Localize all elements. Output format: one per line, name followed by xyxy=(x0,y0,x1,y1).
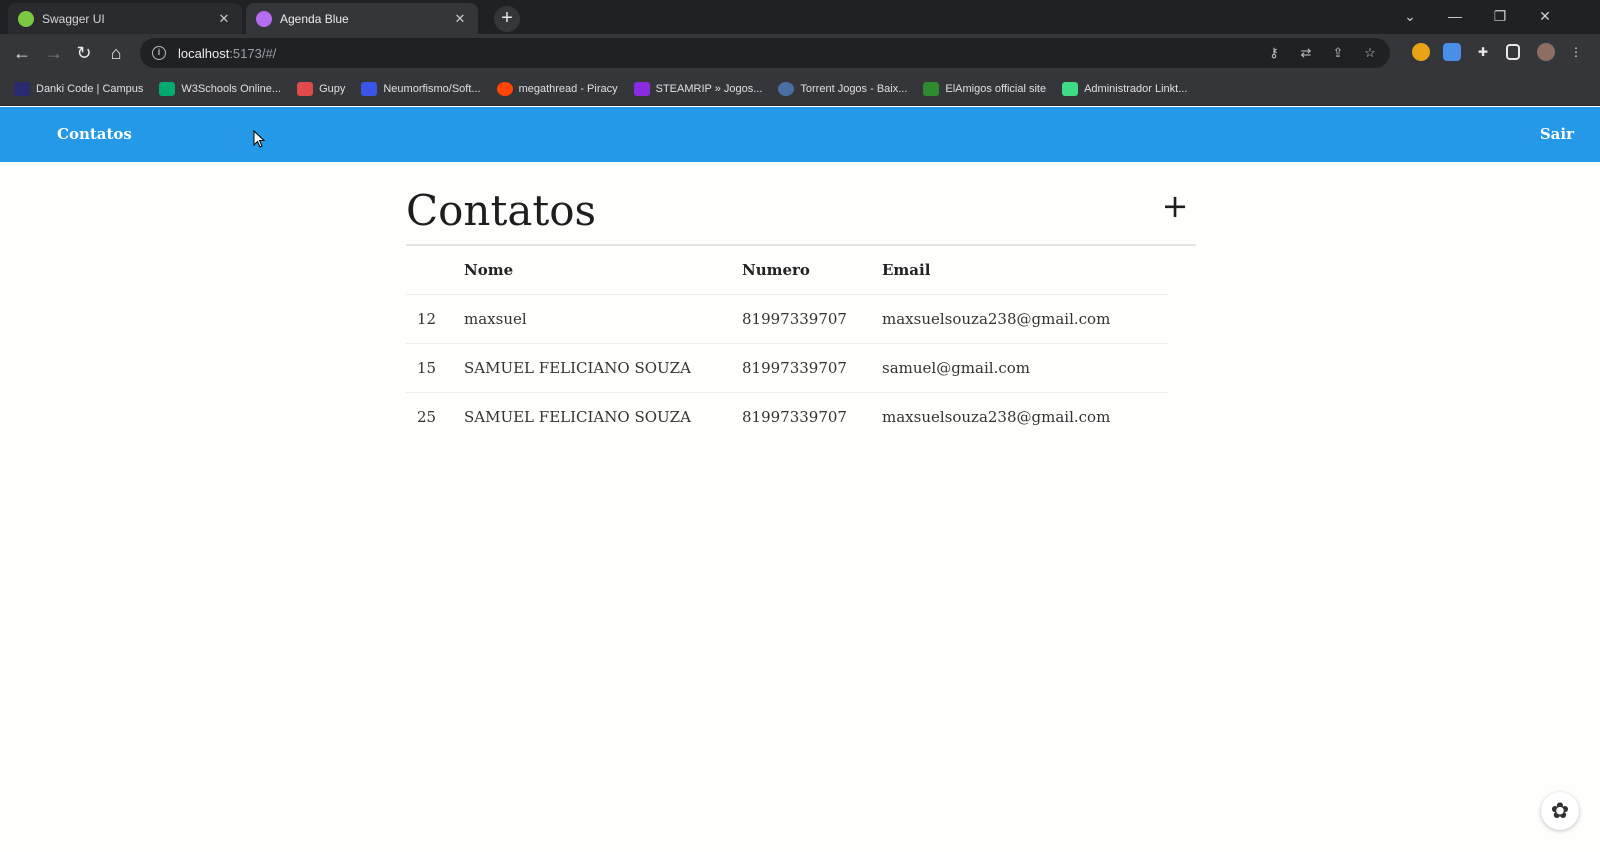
bookmark-label: Administrador Linkt... xyxy=(1084,82,1188,95)
extensions-puzzle-icon[interactable]: ✚ xyxy=(1474,43,1492,61)
bookmark-favicon-icon xyxy=(778,81,795,96)
column-header-numero: Numero xyxy=(742,260,810,279)
cell-numero: 81997339707 xyxy=(742,391,882,441)
bookmark-favicon-icon xyxy=(297,81,314,96)
share-icon[interactable]: ⇪ xyxy=(1330,44,1346,62)
cell-email: maxsuelsouza238@gmail.com xyxy=(882,293,1168,343)
bookmark-torrent-jogos[interactable]: Torrent Jogos - Baix... xyxy=(778,81,908,96)
assistant-fab-icon[interactable]: ✿ xyxy=(1541,792,1579,830)
address-path: :5173/#/ xyxy=(229,45,277,61)
cell-id: 12 xyxy=(406,293,464,343)
bookmark-administrador[interactable]: Administrador Linkt... xyxy=(1062,81,1188,96)
nav-contatos-link[interactable]: Contatos xyxy=(57,125,132,143)
menu-kebab-icon[interactable]: ⋮ xyxy=(1570,43,1582,61)
bookmark-favicon-icon xyxy=(361,81,378,96)
bookmark-megathread[interactable]: megathread - Piracy xyxy=(496,81,618,96)
extension-cookie-icon[interactable] xyxy=(1412,43,1430,61)
bookmark-w3schools[interactable]: W3Schools Online... xyxy=(159,81,282,96)
bookmark-favicon-icon xyxy=(159,81,176,96)
swagger-favicon-icon xyxy=(18,10,34,27)
add-contact-button[interactable]: + xyxy=(1160,190,1190,222)
bookmark-label: W3Schools Online... xyxy=(181,82,282,95)
main-content: Contatos + Nome Numero Email 12 maxsuel … xyxy=(406,184,1196,441)
bookmark-label: megathread - Piracy xyxy=(518,82,618,95)
close-icon[interactable]: ✕ xyxy=(216,11,232,27)
cell-email: maxsuelsouza238@gmail.com xyxy=(882,391,1168,441)
column-header-nome: Nome xyxy=(464,260,514,279)
bookmark-label: STEAMRIP » Jogos... xyxy=(655,82,763,95)
table-row[interactable]: 15 SAMUEL FELICIANO SOUZA 81997339707 sa… xyxy=(406,342,1168,392)
address-bar[interactable]: i localhost:5173/#/ ⚷ ⇄ ⇪ ☆ xyxy=(140,38,1390,68)
profile-avatar[interactable] xyxy=(1537,43,1555,61)
tab-agenda-blue[interactable]: Agenda Blue ✕ xyxy=(246,3,478,34)
bookmark-label: Danki Code | Campus xyxy=(36,82,144,95)
cell-id: 15 xyxy=(406,342,464,392)
reload-icon[interactable]: ↻ xyxy=(70,39,98,67)
address-host: localhost xyxy=(178,45,230,61)
page-title: Contatos xyxy=(406,186,597,235)
logout-link[interactable]: Sair xyxy=(1540,125,1574,143)
bookmark-favicon-icon xyxy=(923,81,940,96)
contacts-table: Nome Numero Email 12 maxsuel 81997339707… xyxy=(406,246,1168,441)
bookmark-label: Torrent Jogos - Baix... xyxy=(800,82,908,95)
bookmark-star-icon[interactable]: ☆ xyxy=(1362,44,1378,62)
bookmark-label: ElAmigos official site xyxy=(945,82,1047,95)
cell-email: samuel@gmail.com xyxy=(882,342,1168,392)
cell-id: 25 xyxy=(406,391,464,441)
window-close-icon[interactable]: ✕ xyxy=(1525,4,1565,28)
mouse-cursor-icon xyxy=(253,130,266,148)
table-row[interactable]: 25 SAMUEL FELICIANO SOUZA 81997339707 ma… xyxy=(406,391,1168,441)
bookmark-steamrip[interactable]: STEAMRIP » Jogos... xyxy=(633,81,763,96)
back-arrow-icon[interactable]: ← xyxy=(8,39,36,67)
extension-window-icon[interactable] xyxy=(1443,43,1461,61)
bookmark-gupy[interactable]: Gupy xyxy=(297,81,346,96)
cell-nome: SAMUEL FELICIANO SOUZA xyxy=(464,342,742,392)
bookmark-elamigos[interactable]: ElAmigos official site xyxy=(923,81,1047,96)
cell-numero: 81997339707 xyxy=(742,293,882,343)
plus-icon: + xyxy=(1161,187,1189,225)
table-header-row: Nome Numero Email xyxy=(406,246,1168,294)
side-panel-icon[interactable] xyxy=(1506,44,1520,60)
tab-swagger-ui[interactable]: Swagger UI ✕ xyxy=(8,3,242,34)
bookmark-label: Gupy xyxy=(319,82,346,95)
app-navbar: Contatos Sair xyxy=(0,107,1600,162)
translate-icon[interactable]: ⇄ xyxy=(1298,44,1314,62)
bookmark-favicon-icon xyxy=(496,81,513,96)
cell-numero: 81997339707 xyxy=(742,342,882,392)
tab-search-chevron-down-icon[interactable]: ⌄ xyxy=(1390,4,1430,28)
bookmark-neumorfismo[interactable]: Neumorfismo/Soft... xyxy=(361,81,481,96)
bookmark-label: Neumorfismo/Soft... xyxy=(383,82,481,95)
home-icon[interactable]: ⌂ xyxy=(102,39,130,67)
bookmarks-bar: Danki Code | Campus W3Schools Online... … xyxy=(0,72,1600,106)
browser-tabstrip: Swagger UI ✕ Agenda Blue ✕ + ⌄ — ❐ ✕ xyxy=(0,0,1600,34)
restore-icon[interactable]: ❐ xyxy=(1480,4,1520,28)
site-info-icon[interactable]: i xyxy=(152,46,166,60)
bookmark-danki-code[interactable]: Danki Code | Campus xyxy=(14,81,144,96)
bookmark-favicon-icon xyxy=(14,81,30,96)
close-icon[interactable]: ✕ xyxy=(452,11,468,27)
forward-arrow-icon[interactable]: → xyxy=(40,39,68,67)
password-key-icon[interactable]: ⚷ xyxy=(1266,44,1282,62)
column-header-email: Email xyxy=(882,260,931,279)
bookmark-favicon-icon xyxy=(1062,81,1079,96)
minimize-icon[interactable]: — xyxy=(1435,4,1475,28)
cell-nome: maxsuel xyxy=(464,293,742,343)
cell-nome: SAMUEL FELICIANO SOUZA xyxy=(464,391,742,441)
tab-title: Swagger UI xyxy=(42,11,105,26)
browser-toolbar: ← → ↻ ⌂ i localhost:5173/#/ ⚷ ⇄ ⇪ ☆ ✚ ⋮ xyxy=(0,34,1600,72)
agenda-favicon-icon xyxy=(256,10,272,27)
table-row[interactable]: 12 maxsuel 81997339707 maxsuelsouza238@g… xyxy=(406,293,1168,343)
bookmark-favicon-icon xyxy=(633,81,650,96)
column-header-id xyxy=(406,246,464,294)
tab-title: Agenda Blue xyxy=(280,11,349,26)
new-tab-button[interactable]: + xyxy=(494,6,520,32)
page-header: Contatos + xyxy=(406,184,1196,246)
